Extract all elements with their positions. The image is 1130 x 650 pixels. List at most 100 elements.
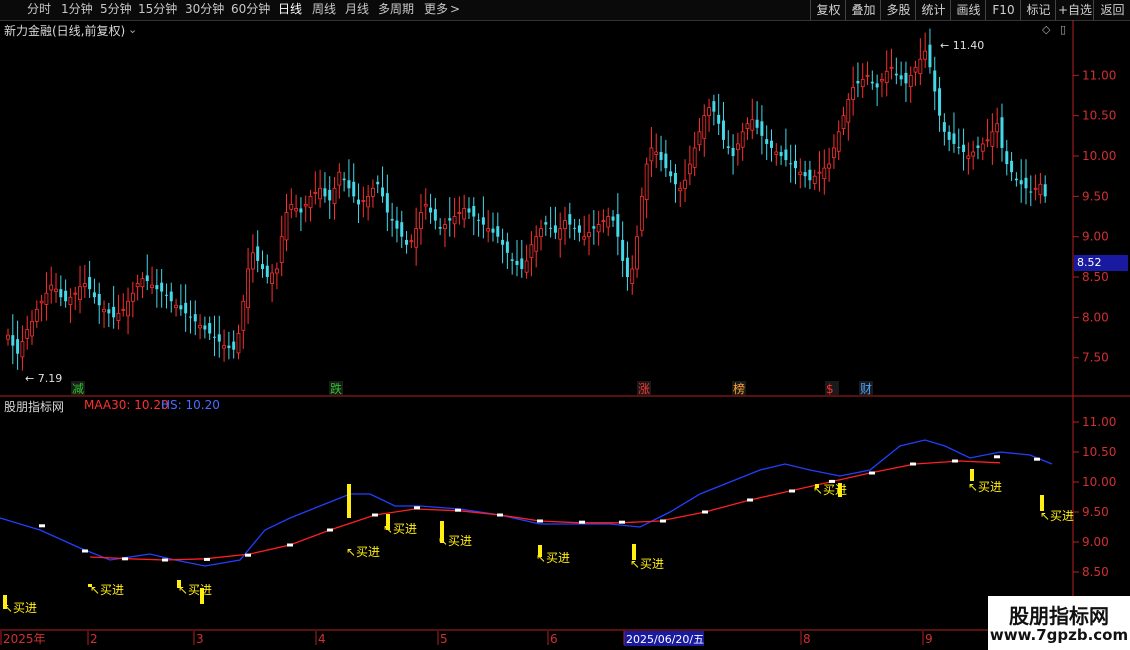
price-label-5: 8.50 (1082, 270, 1109, 284)
candle-body-52 (256, 246, 260, 261)
candle-body-126 (611, 216, 615, 221)
candle-body-113 (549, 227, 553, 229)
candle-body-157 (760, 121, 764, 136)
candle-body-47 (232, 341, 236, 350)
candle-body-195 (942, 122, 946, 132)
candle-body-95 (462, 208, 467, 220)
candle-body-6 (34, 308, 39, 322)
candle-body-201 (971, 151, 976, 157)
candle-body-76 (371, 187, 375, 197)
candle-body-180 (870, 81, 874, 84)
buy-bar-10 (838, 483, 842, 497)
candle-body-197 (952, 133, 956, 144)
candle-body-144 (697, 131, 702, 146)
candle-body-162 (784, 149, 788, 161)
candle-body-51 (250, 252, 255, 270)
candle-body-93 (452, 216, 457, 225)
high-price-label: ← 11.40 (940, 39, 984, 52)
candle-body-18 (92, 292, 96, 298)
candle-body-182 (880, 78, 884, 82)
candle-body-54 (265, 265, 269, 278)
candle-body-204 (985, 139, 990, 142)
candle-body-133 (644, 163, 649, 200)
candle-body-173 (836, 131, 841, 152)
candle-body-194 (938, 88, 942, 116)
candle-body-163 (789, 163, 793, 165)
ind-marker-8 (372, 513, 378, 517)
candle-body-183 (884, 70, 889, 84)
ind-marker-18 (789, 489, 795, 493)
buy-label-4: ↖买进 (346, 545, 380, 559)
candle-body-92 (448, 218, 452, 221)
candle-body-200 (966, 155, 971, 159)
ind-marker-6 (287, 543, 293, 547)
candle-body-44 (217, 334, 221, 342)
candle-body-49 (241, 300, 246, 331)
candle-body-78 (381, 187, 385, 197)
candle-body-177 (856, 80, 860, 84)
candle-body-160 (774, 151, 779, 155)
low-price-label: ← 7.19 (25, 372, 62, 385)
time-label-3: 4 (318, 632, 326, 646)
candle-body-202 (976, 145, 980, 148)
candle-body-154 (745, 123, 750, 129)
candle-body-130 (630, 268, 635, 284)
candle-body-74 (361, 199, 366, 202)
candle-body-63 (308, 195, 313, 209)
candle-body-176 (851, 87, 856, 100)
candle-body-121 (587, 232, 591, 238)
candle-body-73 (357, 199, 361, 205)
buy-label-8: ↖买进 (630, 557, 664, 571)
candle-body-164 (794, 160, 798, 169)
watermark: 股朋指标网 www.7gpzb.com (988, 596, 1130, 650)
event-tag-5: 财 (860, 382, 872, 396)
candle-body-29 (145, 275, 149, 282)
candle-body-159 (769, 140, 773, 148)
candle-body-190 (918, 58, 923, 75)
candle-body-132 (639, 195, 644, 231)
candle-body-134 (649, 147, 654, 162)
buy-bar-3 (200, 588, 204, 604)
candle-body-86 (419, 212, 423, 230)
candle-body-14 (73, 292, 78, 295)
price-label-0: 11.00 (1082, 68, 1116, 82)
price-label-4: 9.00 (1082, 230, 1109, 244)
buy-label-7: ↖买进 (536, 551, 570, 565)
candle-body-82 (400, 222, 404, 237)
ind-axis-label-3: 9.50 (1082, 505, 1109, 519)
hs-line (0, 439, 1053, 567)
candle-body-119 (577, 225, 581, 233)
candle-body-120 (582, 236, 587, 240)
candle-body-12 (64, 290, 68, 302)
candle-body-124 (601, 220, 606, 222)
candle-body-111 (539, 228, 543, 238)
ind-axis-label-1: 10.50 (1082, 445, 1116, 459)
ind-marker-21 (910, 462, 916, 466)
candle-body-196 (947, 131, 951, 140)
candle-body-9 (49, 284, 54, 291)
price-label-7: 7.50 (1082, 351, 1109, 365)
event-tag-0: 减 (72, 382, 84, 396)
candle-body-128 (621, 239, 625, 261)
candle-body-210 (1014, 178, 1018, 181)
candle-body-30 (150, 284, 154, 288)
time-label-1: 2 (90, 632, 98, 646)
candle-body-34 (169, 291, 173, 302)
candle-body-175 (846, 99, 851, 123)
candle-body-205 (990, 131, 995, 147)
chart-canvas[interactable]: 11.00 10.50 10.00 9.50 9.00 8.50 8.00 7.50 ← 11.… (0, 0, 1130, 650)
ind-marker-15 (660, 519, 666, 523)
candle-body-8 (44, 292, 49, 305)
watermark-url: www.7gpzb.com (989, 626, 1129, 644)
candle-body-188 (908, 74, 913, 88)
candle-body-146 (707, 107, 711, 117)
time-label-8: 9 (925, 632, 933, 646)
time-label-6: 2025/06/20/五 (626, 633, 704, 646)
candle-body-13 (68, 296, 73, 305)
candle-body-83 (405, 239, 409, 245)
candle-body-20 (102, 308, 106, 313)
candle-body-5 (30, 321, 34, 337)
ind-marker-1 (82, 549, 88, 553)
candle-body-32 (160, 282, 164, 292)
buy-label-5: ↖买进 (383, 522, 417, 536)
